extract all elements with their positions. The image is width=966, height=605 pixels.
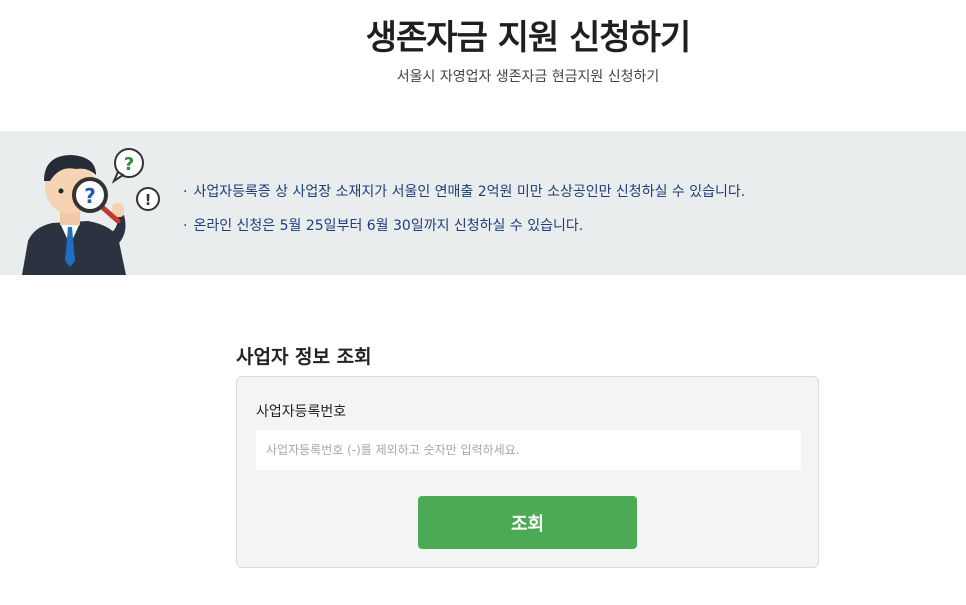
notice-list: · 사업자등록증 상 사업장 소재지가 서울인 연매출 2억원 미만 소상공인만 … (183, 175, 745, 243)
bullet: · (183, 218, 188, 234)
section-title: 사업자 정보 조회 (236, 346, 372, 368)
notice-item: · 사업자등록증 상 사업장 소재지가 서울인 연매출 2억원 미만 소상공인만 … (183, 175, 745, 209)
question-mark-icon: ? (111, 148, 144, 184)
svg-text:?: ? (84, 184, 96, 208)
notice-text: 사업자등록증 상 사업장 소재지가 서울인 연매출 2억원 미만 소상공인만 신… (193, 184, 746, 200)
magnifying-glass-icon: ? (72, 177, 121, 224)
notice-banner: ? ? ! · 사업자등록증 상 사업장 소재지가 서울인 연매출 2억원 미만 … (0, 131, 966, 275)
page-subtitle: 서울시 자영업자 생존자금 현금지원 신청하기 (396, 69, 660, 85)
mascot-illustration: ? ? ! (22, 148, 160, 275)
notice-text: 온라인 신청은 5월 25일부터 6월 30일까지 신청하실 수 있습니다. (193, 218, 584, 234)
field-label: 사업자등록번호 (256, 404, 347, 420)
bullet: · (183, 184, 188, 200)
business-number-input[interactable] (256, 430, 801, 470)
lookup-button[interactable]: 조회 (418, 496, 637, 549)
page-title: 생존자금 지원 신청하기 (365, 18, 691, 58)
lookup-card: 사업자등록번호 조회 (236, 376, 819, 568)
exclamation-mark-icon: ! (136, 187, 160, 211)
svg-text:?: ? (124, 154, 134, 175)
svg-text:!: ! (145, 191, 152, 209)
notice-item: · 온라인 신청은 5월 25일부터 6월 30일까지 신청하실 수 있습니다. (183, 209, 745, 243)
